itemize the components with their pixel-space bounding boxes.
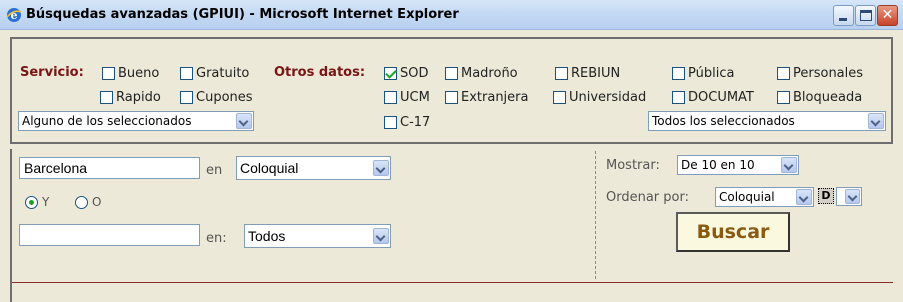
checkbox-box[interactable]	[384, 67, 397, 80]
radio-y[interactable]: Y	[25, 195, 49, 209]
checkbox-sod[interactable]: SOD	[384, 66, 429, 81]
title-bar: e Búsquedas avanzadas (GPIUI) - Microsof…	[0, 0, 903, 30]
buscar-button[interactable]: Buscar	[676, 212, 790, 252]
select-value: Todos	[248, 228, 286, 244]
radio-button[interactable]	[25, 195, 38, 209]
checkbox-box[interactable]	[555, 67, 568, 80]
checkbox-label: SOD	[400, 66, 429, 81]
search-term-2-input[interactable]	[19, 224, 200, 246]
minimize-button[interactable]	[833, 5, 854, 26]
checkbox-label: Pública	[688, 66, 735, 81]
chevron-down-icon[interactable]	[373, 228, 389, 244]
checkbox-label: Universidad	[569, 90, 647, 105]
checkbox-documat[interactable]: DOCUMAT	[672, 90, 754, 105]
checkbox-box[interactable]	[553, 91, 566, 104]
otros-datos-label: Otros datos:	[274, 65, 366, 80]
checkbox-c17[interactable]: C-17	[384, 115, 430, 130]
checkbox-box[interactable]	[180, 67, 193, 80]
ordenar-label: Ordenar por:	[606, 190, 689, 205]
checkbox-box[interactable]	[672, 91, 685, 104]
window-title: Búsquedas avanzadas (GPIUI) - Microsoft …	[26, 7, 459, 22]
checkbox-box[interactable]	[100, 91, 113, 104]
internet-explorer-icon: e	[6, 8, 22, 22]
panel-divider	[595, 151, 596, 279]
checkbox-label: Extranjera	[461, 90, 529, 105]
checkbox-extranjera[interactable]: Extranjera	[445, 90, 528, 105]
checkbox-label: DOCUMAT	[688, 90, 754, 105]
checkbox-label: REBIUN	[571, 66, 621, 81]
close-button[interactable]: ✕	[877, 5, 898, 26]
select-value: Coloquial	[719, 190, 775, 204]
checkbox-box[interactable]	[384, 91, 397, 104]
maximize-icon	[860, 10, 872, 21]
search-term-1-input[interactable]: Barcelona	[19, 157, 200, 179]
checkbox-box[interactable]	[672, 67, 685, 80]
checkbox-label: Gratuito	[196, 66, 250, 81]
radio-label: Y	[42, 195, 50, 209]
checkbox-bloqueada[interactable]: Bloqueada	[777, 90, 862, 105]
checkbox-label: UCM	[400, 90, 430, 105]
checkbox-label: Bloqueada	[793, 90, 863, 105]
field-1-select[interactable]: Coloquial	[236, 156, 391, 180]
checkbox-box[interactable]	[777, 67, 790, 80]
order-direction-button[interactable]: D	[818, 188, 834, 204]
ordenar-select[interactable]: Coloquial	[715, 187, 814, 207]
checkbox-rapido[interactable]: Rapido	[100, 90, 161, 105]
checkbox-rebiun[interactable]: REBIUN	[555, 66, 620, 81]
maximize-button[interactable]	[855, 5, 876, 26]
minimize-icon	[839, 18, 847, 21]
checkbox-box[interactable]	[445, 67, 458, 80]
ie-window: e Búsquedas avanzadas (GPIUI) - Microsof…	[0, 0, 903, 302]
otros-mode-select[interactable]: Todos los seleccionados	[648, 111, 886, 131]
checkbox-label: Personales	[793, 66, 864, 81]
select-value: Alguno de los seleccionados	[22, 114, 192, 128]
chevron-down-icon[interactable]	[845, 189, 860, 204]
checkbox-box[interactable]	[384, 116, 397, 129]
servicio-label: Servicio:	[20, 65, 84, 80]
checkbox-universidad[interactable]: Universidad	[553, 90, 646, 105]
chevron-down-icon[interactable]	[868, 113, 884, 129]
select-value: Todos los seleccionados	[652, 114, 795, 128]
order-direction-select[interactable]	[836, 187, 862, 206]
checkbox-ucm[interactable]: UCM	[384, 90, 430, 105]
chevron-down-icon[interactable]	[236, 113, 252, 129]
chevron-down-icon[interactable]	[796, 189, 812, 205]
field-2-select[interactable]: Todos	[244, 224, 391, 248]
checkbox-box[interactable]	[102, 67, 115, 80]
checkbox-box[interactable]	[777, 91, 790, 104]
checkbox-madrono[interactable]: Madroño	[445, 66, 518, 81]
mostrar-select[interactable]: De 10 en 10	[677, 155, 799, 175]
checkbox-box[interactable]	[445, 91, 458, 104]
chevron-down-icon[interactable]	[373, 160, 389, 176]
servicio-mode-select[interactable]: Alguno de los seleccionados	[18, 111, 254, 131]
mostrar-label: Mostrar:	[606, 158, 660, 173]
select-value: De 10 en 10	[681, 158, 755, 172]
en-label-1: en	[206, 163, 223, 178]
results-divider	[12, 282, 893, 283]
checkbox-cupones[interactable]: Cupones	[180, 90, 253, 105]
checkbox-box[interactable]	[180, 91, 193, 104]
checkbox-label: C-17	[400, 115, 431, 130]
filter-panel: Servicio: Otros datos: Bueno Gratuito Ra…	[10, 37, 893, 144]
checkbox-gratuito[interactable]: Gratuito	[180, 66, 249, 81]
checkbox-personales[interactable]: Personales	[777, 66, 863, 81]
radio-label: O	[92, 195, 102, 209]
checkbox-bueno[interactable]: Bueno	[102, 66, 159, 81]
checkbox-publica[interactable]: Pública	[672, 66, 734, 81]
en-label-2: en:	[206, 231, 227, 246]
select-value: Coloquial	[240, 160, 299, 176]
checkbox-label: Bueno	[118, 66, 160, 81]
radio-o[interactable]: O	[75, 195, 101, 209]
checkbox-label: Madroño	[461, 66, 518, 81]
checkbox-label: Rapido	[116, 90, 161, 105]
close-icon: ✕	[881, 7, 894, 23]
radio-button[interactable]	[75, 195, 88, 209]
checkbox-label: Cupones	[196, 90, 253, 105]
chevron-down-icon[interactable]	[781, 157, 797, 173]
